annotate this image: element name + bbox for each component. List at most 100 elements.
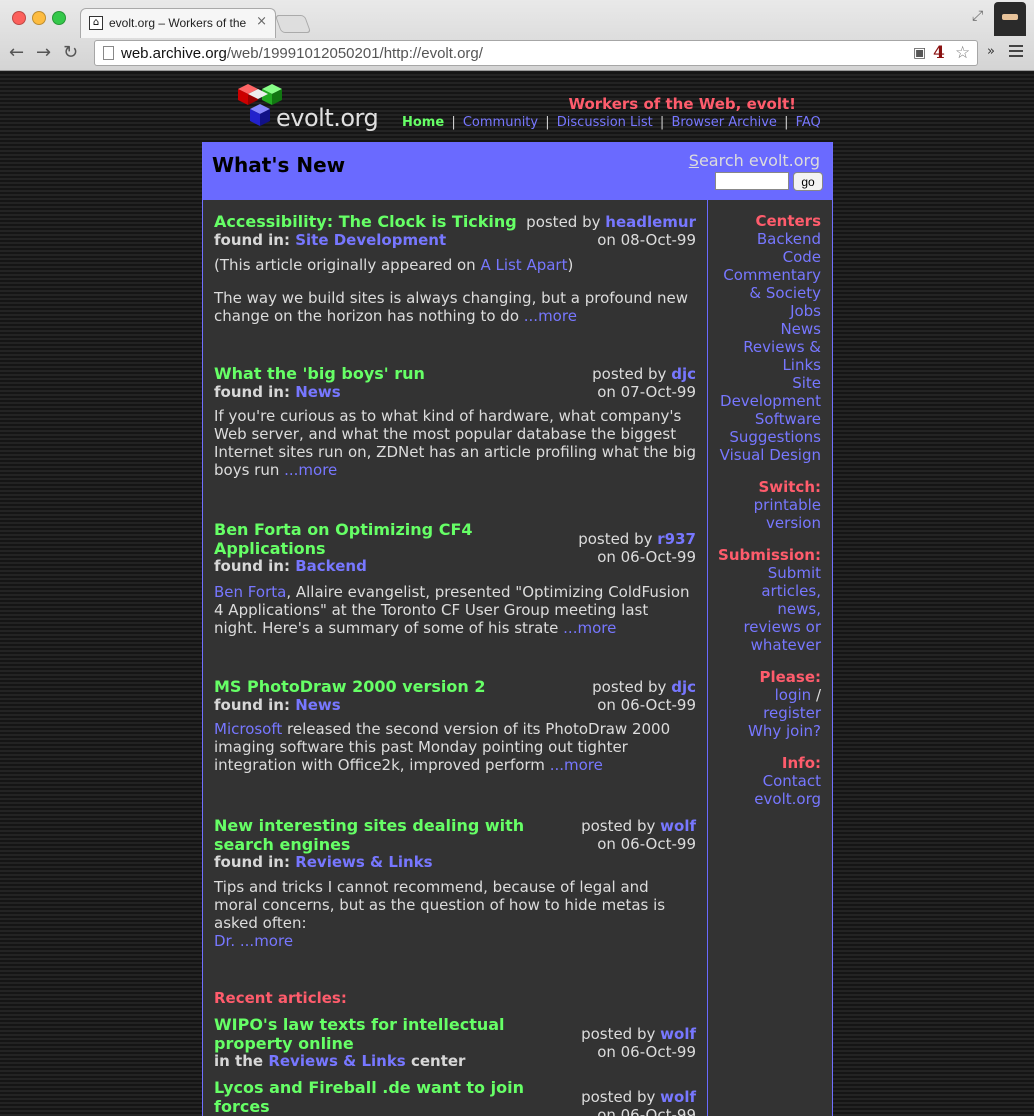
nav-browser-archive[interactable]: Browser Archive	[671, 115, 776, 130]
tab-close-icon[interactable]: ×	[256, 14, 267, 29]
browser-tab[interactable]: ⌂ evolt.org – Workers of the ×	[80, 8, 276, 38]
note-text: (This article originally appeared on	[214, 256, 481, 274]
author-link[interactable]: headlemur	[605, 213, 696, 231]
url-host: web.archive.org	[121, 45, 227, 62]
article-meta: posted by wolf on 06-Oct-99	[581, 1025, 696, 1061]
nav-discussion-list[interactable]: Discussion List	[557, 115, 653, 130]
author-link[interactable]: wolf	[660, 1088, 696, 1106]
sidebar-item-reviews[interactable]: Reviews &	[711, 338, 821, 356]
login-link[interactable]: login	[775, 686, 812, 704]
profile-avatar[interactable]	[994, 2, 1026, 36]
ben-forta-link[interactable]: Ben Forta	[214, 583, 286, 601]
zoom-window-button[interactable]	[52, 11, 66, 25]
search-label: Search evolt.org	[689, 151, 820, 170]
article-title[interactable]: Accessibility: The Clock is Ticking	[214, 212, 517, 231]
more-link[interactable]: ...more	[240, 932, 293, 950]
address-bar[interactable]: web.archive.org/web/19991012050201/http:…	[94, 40, 978, 66]
sidebar-item-software[interactable]: Software	[711, 410, 821, 428]
author-link[interactable]: djc	[671, 365, 696, 383]
nav-home[interactable]: Home	[402, 115, 444, 130]
article-title[interactable]: What the 'big boys' run	[214, 364, 425, 383]
register-link[interactable]: register	[711, 704, 821, 722]
article-date: on 06-Oct-99	[597, 696, 696, 714]
printable-version-link[interactable]: version	[711, 514, 821, 532]
why-join-link[interactable]: Why join?	[711, 722, 821, 740]
author-link[interactable]: djc	[671, 678, 696, 696]
nav-community[interactable]: Community	[463, 115, 538, 130]
more-link[interactable]: ...more	[524, 307, 577, 325]
menu-icon[interactable]	[1009, 45, 1023, 60]
posted-by-label: posted by	[581, 1025, 656, 1043]
printable-link[interactable]: printable	[711, 496, 821, 514]
sidebar-item-site-development[interactable]: Development	[711, 392, 821, 410]
author-link[interactable]: r937	[657, 530, 696, 548]
section-link[interactable]: Reviews & Links	[268, 1052, 405, 1070]
section-link[interactable]: Site Development	[295, 231, 446, 249]
a-list-apart-link[interactable]: A List Apart	[480, 256, 567, 274]
sidebar-item-code[interactable]: Code	[711, 248, 821, 266]
article-found-in: found in: News	[214, 383, 341, 401]
article-title[interactable]: WIPO's law texts for intellectual propert…	[214, 1015, 505, 1053]
sidebar-item-news[interactable]: News	[711, 320, 821, 338]
new-tab-button[interactable]	[274, 15, 312, 33]
article-title[interactable]: MS PhotoDraw 2000 version 2	[214, 677, 485, 696]
browser-chrome: ⌂ evolt.org – Workers of the × ⤢ ← → ↻ w…	[0, 0, 1034, 71]
submit-link-line[interactable]: reviews or	[711, 618, 821, 636]
back-arrow-icon[interactable]: ←	[9, 42, 24, 63]
article-title[interactable]: New interesting sites dealing with search…	[214, 816, 524, 854]
search-input[interactable]	[715, 172, 789, 190]
posted-by-label: posted by	[578, 530, 653, 548]
title-line-1: Ben Forta on Optimizing CF4	[214, 520, 473, 539]
submit-link-line[interactable]: news,	[711, 600, 821, 618]
summary-text: , Allaire evangelist, presented "Optimiz…	[214, 583, 690, 637]
sidebar-item-jobs[interactable]: Jobs	[711, 302, 821, 320]
article-date: on 06-Oct-99	[597, 1043, 696, 1061]
section-link[interactable]: Reviews & Links	[295, 853, 432, 871]
dr-link[interactable]: Dr.	[214, 932, 235, 950]
submit-link-line[interactable]: whatever	[711, 636, 821, 654]
section-link[interactable]: News	[295, 383, 341, 401]
section-link[interactable]: Backend	[295, 557, 367, 575]
top-navigation: Home | Community | Discussion List | Bro…	[402, 115, 821, 130]
section-link[interactable]: News	[295, 696, 341, 714]
reload-icon[interactable]: ↻	[63, 42, 78, 63]
author-link[interactable]: wolf	[660, 817, 696, 835]
found-in-label: found in:	[214, 853, 290, 871]
nav-faq[interactable]: FAQ	[796, 115, 821, 130]
submit-link-line[interactable]: articles,	[711, 582, 821, 600]
camera-extension-icon[interactable]: ▣	[913, 45, 926, 61]
please-heading: Please:	[759, 668, 821, 686]
minimize-window-button[interactable]	[32, 11, 46, 25]
posted-by-label: posted by	[581, 817, 656, 835]
microsoft-link[interactable]: Microsoft	[214, 720, 282, 738]
close-window-button[interactable]	[12, 11, 26, 25]
sidebar-item-site[interactable]: Site	[711, 374, 821, 392]
nav-separator: |	[451, 115, 456, 130]
extension-badge[interactable]: 4	[933, 43, 945, 63]
sidebar-item-reviews-links[interactable]: Links	[711, 356, 821, 374]
article-found-in: found in: Backend	[214, 557, 367, 575]
article-title[interactable]: Lycos and Fireball .de want to join force…	[214, 1078, 524, 1116]
evolt-logo[interactable]: evolt.org	[236, 82, 379, 132]
submit-link[interactable]: Submit	[711, 564, 821, 582]
url-text[interactable]: web.archive.org/web/19991012050201/http:…	[121, 45, 483, 62]
article-title[interactable]: Ben Forta on Optimizing CF4 Applications	[214, 520, 473, 558]
sidebar-item-commentary-society[interactable]: & Society	[711, 284, 821, 302]
sidebar-item-backend[interactable]: Backend	[711, 230, 821, 248]
contact-link[interactable]: Contact	[711, 772, 821, 790]
sidebar-item-commentary[interactable]: Commentary	[711, 266, 821, 284]
search-go-button[interactable]: go	[793, 172, 823, 191]
forward-arrow-icon[interactable]: →	[36, 42, 51, 63]
sidebar-item-suggestions[interactable]: Suggestions	[711, 428, 821, 446]
contact-evolt-link[interactable]: evolt.org	[711, 790, 821, 808]
author-link[interactable]: wolf	[660, 1025, 696, 1043]
page-title: What's New	[212, 153, 346, 177]
more-link[interactable]: ...more	[284, 461, 337, 479]
more-link[interactable]: ...more	[550, 756, 603, 774]
fullscreen-icon[interactable]: ⤢	[972, 8, 983, 24]
sidebar-item-visual-design[interactable]: Visual Design	[711, 446, 821, 464]
bookmark-star-icon[interactable]: ☆	[955, 43, 970, 63]
sidebar-info: Info: Contact evolt.org	[711, 754, 821, 808]
more-link[interactable]: ...more	[563, 619, 616, 637]
chevron-more-icon[interactable]: »	[987, 44, 995, 59]
